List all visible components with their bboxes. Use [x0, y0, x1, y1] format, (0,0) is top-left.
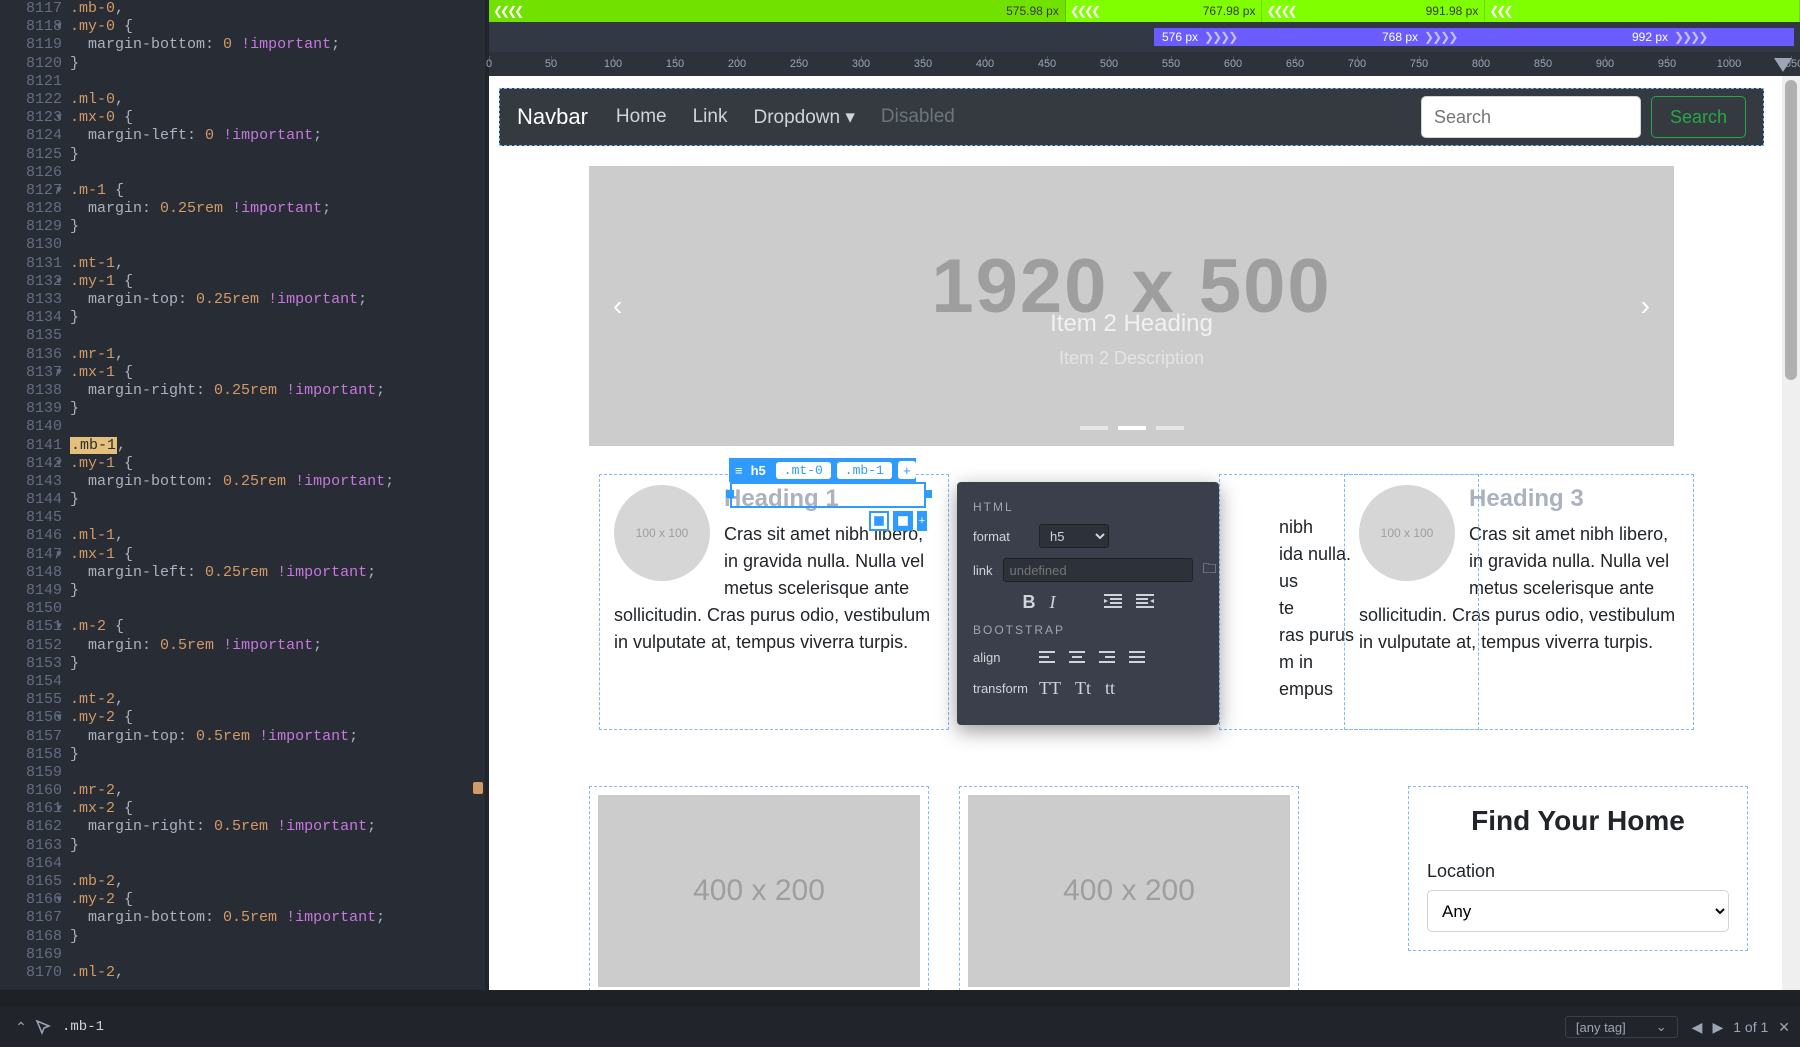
- carousel-next-icon[interactable]: ›: [1641, 290, 1650, 322]
- align-left-icon[interactable]: [1039, 647, 1055, 668]
- command-bar: ⌃ .mb-1 [any tag] ⌄ ◀ ▶ 1 of 1 ✕: [0, 1007, 1800, 1047]
- link-label: link: [973, 563, 993, 578]
- vertical-scrollbar[interactable]: [1782, 76, 1800, 990]
- navbar-search: Search: [1421, 96, 1746, 138]
- format-label: format: [973, 529, 1029, 544]
- chevron-up-icon[interactable]: ⌃: [10, 1019, 32, 1036]
- uppercase-button[interactable]: TT: [1039, 678, 1061, 699]
- selector-path[interactable]: .mb-1: [62, 1019, 104, 1035]
- chevron-down-icon: ▾: [845, 107, 855, 128]
- folder-icon[interactable]: 🗀: [1203, 558, 1217, 582]
- nav-item-dropdown[interactable]: Dropdown ▾: [753, 106, 854, 129]
- tag-filter-label: [any tag]: [1576, 1020, 1626, 1035]
- child-node-bar[interactable]: +: [869, 510, 931, 532]
- image-card[interactable]: 400 x 200 Card title: [589, 786, 929, 990]
- next-result-icon[interactable]: ▶: [1712, 1019, 1723, 1036]
- code-editor[interactable]: 8117811881198120812181228123812481258126…: [0, 0, 485, 990]
- chevron-down-icon: ⌄: [1656, 1019, 1667, 1035]
- find-home-card[interactable]: Find Your Home Location Any: [1408, 786, 1748, 951]
- resize-handle[interactable]: [726, 490, 734, 498]
- carousel-prev-icon[interactable]: ‹: [613, 290, 622, 322]
- ruler-caret-icon[interactable]: [1774, 58, 1792, 72]
- add-node-button[interactable]: +: [917, 511, 927, 531]
- nav-item-disabled: Disabled: [881, 106, 955, 128]
- carousel-heading: Item 2 Heading: [1050, 310, 1213, 338]
- link-input[interactable]: [1003, 558, 1193, 582]
- class-chip[interactable]: .mb-1: [837, 462, 892, 479]
- search-input[interactable]: [1421, 96, 1641, 138]
- lower-cards-row: 400 x 200 Card title 400 x 200 Card titl…: [589, 786, 1748, 990]
- format-select[interactable]: h5: [1039, 524, 1109, 548]
- carousel-indicators[interactable]: [1080, 426, 1184, 430]
- navbar[interactable]: Navbar Home Link Dropdown ▾ Disabled Sea…: [499, 88, 1764, 146]
- nav-item-link[interactable]: Link: [693, 106, 728, 128]
- location-label: Location: [1427, 861, 1729, 882]
- class-chip[interactable]: .mt-0: [776, 462, 831, 479]
- card-body[interactable]: nibhida nulla.usteras purusm inempus: [1219, 474, 1479, 713]
- carousel[interactable]: 1920 x 500 Item 2 Heading Item 2 Descrip…: [589, 166, 1674, 446]
- nav-dropdown-label: Dropdown: [753, 107, 840, 128]
- breakpoint-strip[interactable]: ❮❮❮❮575.98 px❮❮❮❮767.98 px❮❮❮❮991.98 px❮…: [489, 0, 1800, 22]
- align-label: align: [973, 650, 1029, 665]
- carousel-slide: 1920 x 500 Item 2 Heading Item 2 Descrip…: [589, 166, 1674, 446]
- node-box-icon[interactable]: [893, 511, 913, 531]
- resize-handle[interactable]: [924, 490, 932, 498]
- fold-column[interactable]: ▾▾▾▾▾▾▾▾▾▾▾: [52, 0, 66, 982]
- media-query-bar[interactable]: 576 px❯❯❯❯768 px❯❯❯❯992 px❯❯❯❯: [489, 22, 1800, 52]
- minimap-marker: [473, 782, 483, 794]
- selection-tag-bar[interactable]: ≡ h5 .mt-0 .mb-1 +: [729, 458, 916, 482]
- nav-item-home[interactable]: Home: [616, 106, 667, 128]
- inspector-popup[interactable]: HTML format h5 link 🗀 B I B: [957, 482, 1219, 725]
- ruler: 0501001502002503003504004505005506006507…: [489, 52, 1800, 76]
- inspector-section-label: BOOTSTRAP: [973, 623, 1203, 637]
- image-card[interactable]: 400 x 200 Card title: [959, 786, 1299, 990]
- code-content[interactable]: .mb-0,.my-0 { margin-bottom: 0 !importan…: [70, 0, 485, 982]
- result-nav: ◀ ▶ 1 of 1 ✕: [1692, 1019, 1790, 1036]
- placeholder-circle: 100 x 100: [614, 485, 710, 581]
- design-canvas[interactable]: Navbar Home Link Dropdown ▾ Disabled Sea…: [489, 76, 1778, 990]
- result-count: 1 of 1: [1733, 1019, 1768, 1035]
- align-justify-icon[interactable]: [1129, 647, 1145, 668]
- tag-filter-dropdown[interactable]: [any tag] ⌄: [1565, 1016, 1678, 1038]
- card-title[interactable]: Card title: [610, 989, 705, 990]
- navbar-brand[interactable]: Navbar: [517, 104, 588, 130]
- preview-panel: ❮❮❮❮575.98 px❮❮❮❮767.98 px❮❮❮❮991.98 px❮…: [489, 0, 1800, 990]
- italic-button[interactable]: I: [1050, 592, 1056, 613]
- add-class-button[interactable]: +: [898, 461, 916, 479]
- inspector-section-label: HTML: [973, 500, 1203, 514]
- carousel-description: Item 2 Description: [1059, 348, 1204, 369]
- placeholder-image: 400 x 200: [968, 795, 1290, 987]
- media-card[interactable]: nibhida nulla.usteras purusm inempus: [1219, 474, 1479, 730]
- transform-label: transform: [973, 681, 1029, 696]
- find-home-title: Find Your Home: [1427, 805, 1729, 837]
- drag-handle-icon[interactable]: ≡: [729, 463, 749, 478]
- node-box-icon[interactable]: [869, 511, 889, 531]
- placeholder-image: 400 x 200: [598, 795, 920, 987]
- selection-tag[interactable]: h5: [749, 463, 770, 478]
- bold-button[interactable]: B: [1023, 592, 1036, 613]
- search-button[interactable]: Search: [1651, 96, 1746, 138]
- lowercase-button[interactable]: tt: [1105, 678, 1115, 699]
- selection-outline: [730, 482, 926, 508]
- indent-right-icon[interactable]: [1136, 592, 1154, 613]
- close-icon[interactable]: ✕: [1778, 1019, 1790, 1036]
- align-right-icon[interactable]: [1099, 647, 1115, 668]
- card-title[interactable]: Card title: [980, 989, 1075, 990]
- prev-result-icon[interactable]: ◀: [1692, 1019, 1703, 1036]
- scrollbar-thumb[interactable]: [1785, 80, 1797, 380]
- selector-picker-icon[interactable]: [32, 1016, 54, 1038]
- capitalize-button[interactable]: Tt: [1075, 678, 1091, 699]
- indent-left-icon[interactable]: [1104, 592, 1122, 613]
- location-select[interactable]: Any: [1427, 890, 1729, 932]
- align-center-icon[interactable]: [1069, 647, 1085, 668]
